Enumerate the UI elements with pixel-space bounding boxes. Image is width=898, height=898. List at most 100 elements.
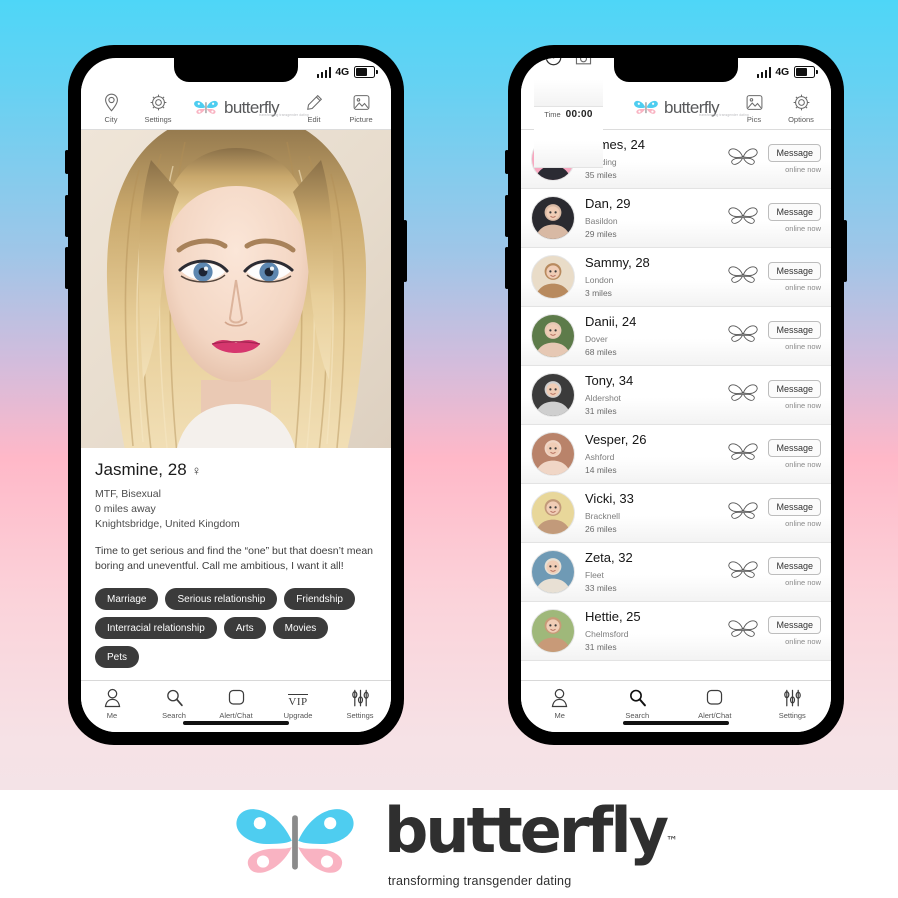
volume-up-button[interactable]	[505, 195, 509, 237]
avatar[interactable]	[531, 432, 575, 476]
avatar[interactable]	[531, 196, 575, 240]
butterfly-outline-icon[interactable]	[727, 439, 759, 470]
location-pin-icon	[103, 92, 120, 113]
message-button[interactable]: Message	[768, 380, 821, 398]
header-button-pics[interactable]: Pics	[737, 92, 771, 124]
avatar[interactable]	[531, 255, 575, 299]
list-item[interactable]: Vesper, 26 Ashford 14 miles Message online n…	[521, 425, 831, 484]
header-button-picture[interactable]: Picture	[344, 92, 378, 124]
profile-tag[interactable]: Pets	[95, 646, 140, 668]
profile-tag[interactable]: Interracial relationship	[95, 617, 217, 639]
search-icon	[165, 686, 184, 708]
profile-tag[interactable]: Friendship	[284, 588, 355, 610]
power-button[interactable]	[403, 220, 407, 282]
gear-icon	[149, 92, 168, 113]
tab-me[interactable]: Me	[521, 686, 599, 720]
member-city: London	[585, 275, 614, 285]
butterfly-outline-icon[interactable]	[727, 262, 759, 293]
power-button[interactable]	[843, 220, 847, 282]
tab-label: Alert/Chat	[698, 710, 732, 720]
photo-icon	[352, 92, 371, 113]
message-button[interactable]: Message	[768, 557, 821, 575]
butterfly-outline-icon[interactable]	[727, 498, 759, 529]
header-label-time: Time	[544, 109, 561, 119]
avatar[interactable]	[531, 609, 575, 653]
home-indicator[interactable]	[183, 721, 289, 725]
profile-identity: MTF, Bisexual	[95, 488, 161, 500]
header-label-picture: Picture	[349, 114, 373, 124]
member-distance: 26 miles	[585, 524, 617, 534]
silent-switch[interactable]	[65, 150, 69, 174]
notch	[174, 58, 298, 82]
list-item[interactable]: Danii, 24 Dover 68 miles Message online now	[521, 307, 831, 366]
list-item[interactable]: Vicki, 33 Bracknell 26 miles Message online …	[521, 484, 831, 543]
volume-down-button[interactable]	[505, 247, 509, 289]
list-item-actions: Message online now	[727, 557, 821, 588]
butterfly-outline-icon[interactable]	[727, 203, 759, 234]
list-item[interactable]: Hettie, 25 Chelmsford 31 miles Message onlin…	[521, 602, 831, 661]
person-icon	[103, 686, 122, 708]
profile-tag[interactable]: Movies	[272, 617, 329, 639]
avatar[interactable]	[531, 491, 575, 535]
message-button[interactable]: Message	[768, 144, 821, 162]
profile-name-row: Jasmine, 28 ♀	[95, 460, 377, 480]
silent-switch[interactable]	[505, 150, 509, 174]
online-status: online now	[785, 460, 821, 469]
message-button[interactable]: Message	[768, 616, 821, 634]
app-logo-tagline: transforming transgender dating	[698, 112, 749, 117]
list-item[interactable]: Zeta, 32 Fleet 33 miles Message online now	[521, 543, 831, 602]
profile-photo[interactable]	[81, 130, 391, 448]
home-indicator[interactable]	[623, 721, 729, 725]
network-label: 4G	[335, 66, 349, 78]
avatar-image	[532, 433, 574, 475]
message-button[interactable]: Message	[768, 262, 821, 280]
tab-me[interactable]: Me	[81, 686, 143, 720]
member-city: Basildon	[585, 216, 618, 226]
butterfly-outline-icon[interactable]	[727, 616, 759, 647]
sliders-icon	[783, 686, 802, 708]
header-button-edit[interactable]: Edit	[297, 92, 331, 124]
member-distance: 29 miles	[585, 229, 617, 239]
header-button-city[interactable]: City	[94, 92, 128, 124]
butterfly-outline-icon[interactable]	[727, 321, 759, 352]
list-item[interactable]: Dan, 29 Basildon 29 miles Message online now	[521, 189, 831, 248]
member-list[interactable]: James, 24 Reading35 miles Message online no…	[521, 130, 831, 680]
profile-photo-image	[81, 130, 391, 448]
avatar[interactable]	[531, 314, 575, 358]
member-city: Chelmsford	[585, 629, 629, 639]
tab-search[interactable]: Search	[143, 686, 205, 720]
tab-alert-chat[interactable]: Alert/Chat	[676, 686, 754, 720]
volume-down-button[interactable]	[65, 247, 69, 289]
tab-search[interactable]: Search	[599, 686, 677, 720]
search-icon	[628, 686, 647, 708]
message-button[interactable]: Message	[768, 439, 821, 457]
butterfly-outline-icon[interactable]	[727, 380, 759, 411]
profile-tag[interactable]: Marriage	[95, 588, 159, 610]
header-button-options[interactable]: Options	[784, 92, 818, 124]
header-button-settings[interactable]: Settings	[141, 92, 175, 124]
butterfly-outline-icon[interactable]	[727, 557, 759, 588]
message-button[interactable]: Message	[768, 203, 821, 221]
tab-settings[interactable]: Settings	[754, 686, 832, 720]
avatar[interactable]	[531, 550, 575, 594]
tab-alert-chat[interactable]: Alert/Chat	[205, 686, 267, 720]
profile-tag[interactable]: Serious relationship	[165, 588, 278, 610]
gear-icon	[792, 92, 811, 113]
list-item[interactable]: Sammy, 28 London 3 miles Message online now	[521, 248, 831, 307]
member-name-age: Vesper, 26	[585, 432, 647, 447]
online-status: online now	[785, 342, 821, 351]
trademark-icon: ™	[666, 834, 679, 849]
volume-up-button[interactable]	[65, 195, 69, 237]
online-status: online now	[785, 401, 821, 410]
pencil-icon	[305, 92, 324, 113]
list-item[interactable]: Tony, 34 Aldershot 31 miles Message online n…	[521, 366, 831, 425]
message-button[interactable]: Message	[768, 321, 821, 339]
butterfly-outline-icon[interactable]	[727, 144, 759, 175]
tab-upgrade[interactable]: VIP Upgrade	[267, 686, 329, 720]
avatar[interactable]	[531, 373, 575, 417]
tab-label: Search	[625, 710, 650, 720]
profile-tag[interactable]: Arts	[223, 617, 266, 639]
tab-settings[interactable]: Settings	[329, 686, 391, 720]
chat-bubble-icon	[227, 686, 246, 708]
message-button[interactable]: Message	[768, 498, 821, 516]
